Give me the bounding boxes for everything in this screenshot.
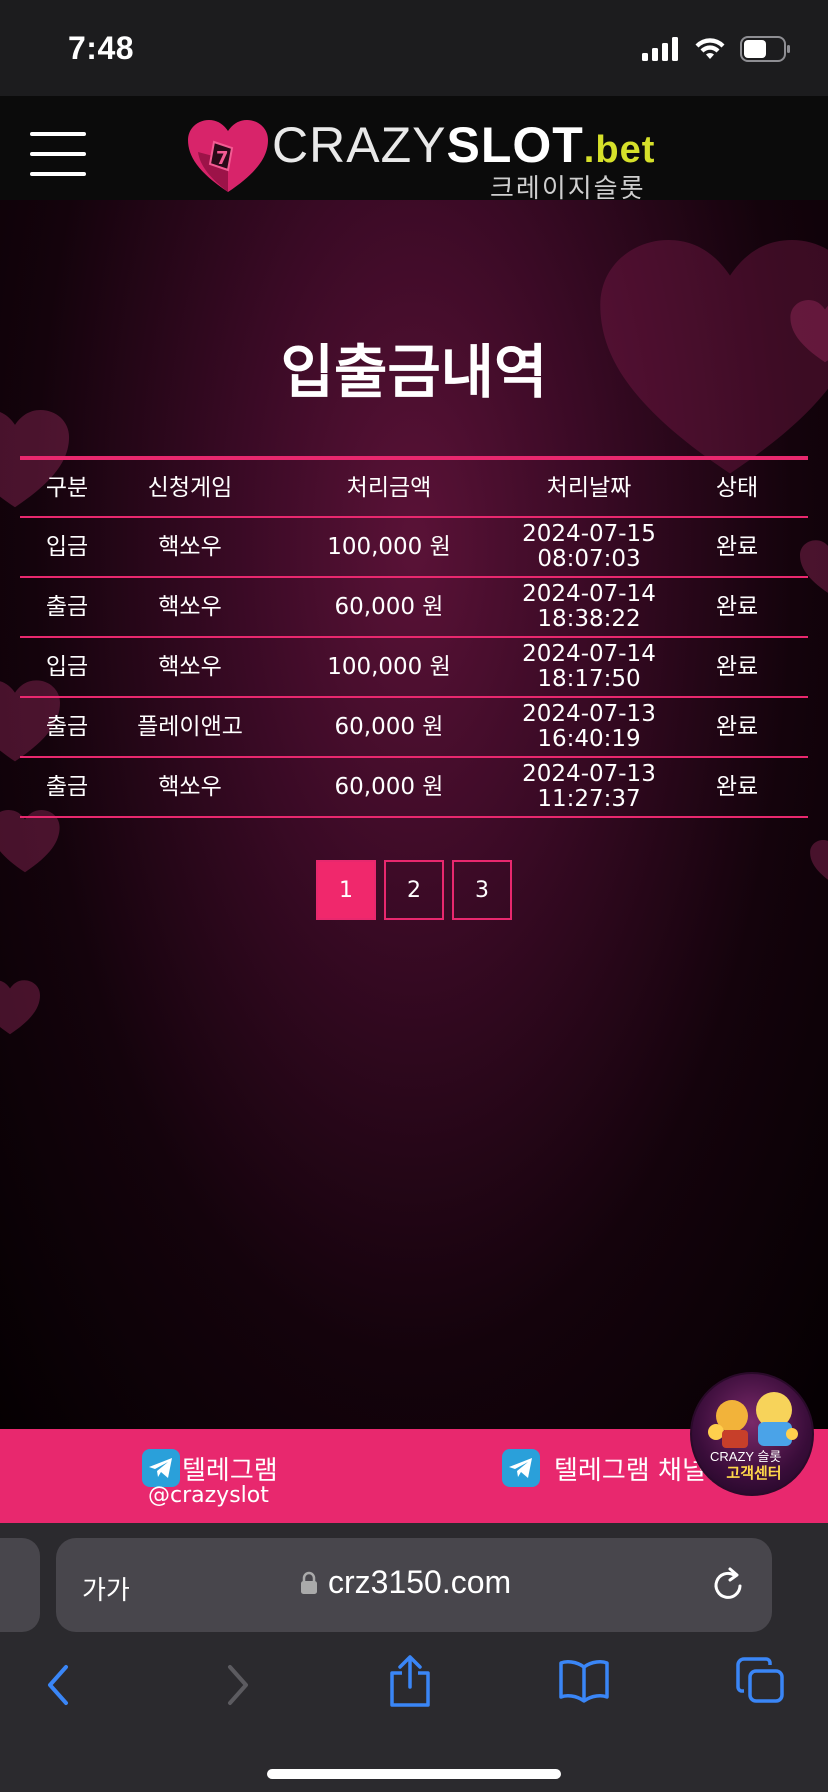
amount-cell: 60,000 원 — [334, 593, 444, 620]
reload-icon[interactable] — [712, 1566, 746, 1602]
table-row: 출금 플레이앤고 60,000 원 2024-07-13 16:40:19 완료 — [20, 698, 808, 758]
transaction-table: 구분 신청게임 처리금액 처리날짜 상태 입금 핵쏘우 100,000 원 20… — [20, 456, 808, 818]
amount-cell: 60,000 원 — [334, 773, 444, 800]
time-text: 18:17:50 — [537, 666, 641, 692]
telegram-icon — [502, 1449, 540, 1487]
amount-cell: 100,000 원 — [327, 653, 451, 680]
decorative-heart-icon — [810, 840, 828, 880]
wifi-icon — [695, 38, 725, 59]
table-row: 출금 핵쏘우 60,000 원 2024-07-13 11:27:37 완료 — [20, 758, 808, 818]
table-header-row: 구분 신청게임 처리금액 처리날짜 상태 — [20, 460, 808, 518]
browser-nav-row — [0, 1653, 828, 1729]
lock-icon — [301, 1571, 317, 1594]
cs-label: 고객센터 — [726, 1464, 782, 1482]
decorative-heart-icon — [0, 810, 60, 873]
url-display[interactable]: crz3150.com — [300, 1564, 511, 1601]
cellular-signal-icon — [642, 37, 678, 61]
column-header-date: 처리날짜 — [546, 474, 632, 501]
time-text: 16:40:19 — [537, 726, 641, 752]
site-logo[interactable]: 7 CRAZYSLOT.bet 크레이지슬롯 — [188, 118, 654, 204]
status-time: 7:48 — [68, 30, 135, 66]
column-header-type: 구분 — [45, 474, 89, 501]
page-button-2[interactable]: 2 — [384, 860, 444, 920]
column-header-game: 신청게임 — [147, 474, 233, 501]
heart-slot-logo-icon: 7 — [188, 120, 268, 192]
table-row: 출금 핵쏘우 60,000 원 2024-07-14 18:38:22 완료 — [20, 578, 808, 638]
menu-icon[interactable] — [30, 132, 86, 182]
customer-service-button[interactable]: CRAZY 슬롯 고객센터 — [690, 1372, 814, 1496]
home-indicator[interactable] — [267, 1769, 561, 1779]
forward-icon[interactable] — [222, 1663, 252, 1707]
telegram-icon — [142, 1449, 180, 1487]
previous-tab-peek[interactable] — [0, 1538, 40, 1632]
table-row: 입금 핵쏘우 100,000 원 2024-07-14 18:17:50 완료 — [20, 638, 808, 698]
battery-icon — [740, 36, 790, 62]
site-header: 7 CRAZYSLOT.bet 크레이지슬롯 — [0, 96, 828, 204]
date-cell: 2024-07-15 08:07:03 — [512, 522, 666, 572]
status-icons — [642, 36, 792, 62]
game-cell: 플레이앤고 — [137, 713, 243, 740]
browser-toolbar: 가가 crz3150.com — [0, 1523, 828, 1792]
url-text: crz3150.com — [328, 1564, 512, 1600]
main-content: 입출금내역 구분 신청게임 처리금액 처리날짜 상태 입금 핵쏘우 100,00… — [0, 200, 828, 1429]
date-text: 2024-07-14 — [522, 641, 656, 667]
date-text: 2024-07-13 — [522, 761, 656, 787]
type-cell: 출금 — [45, 713, 89, 740]
address-bar[interactable]: 가가 crz3150.com — [56, 1538, 772, 1632]
date-text: 2024-07-13 — [522, 701, 656, 727]
status-cell: 완료 — [715, 593, 759, 620]
telegram-handle[interactable]: @crazyslot — [148, 1483, 269, 1508]
date-cell: 2024-07-14 18:38:22 — [512, 582, 666, 632]
share-icon[interactable] — [388, 1653, 432, 1709]
telegram-contact-link[interactable]: 텔레그램 — [142, 1449, 278, 1487]
type-cell: 출금 — [45, 593, 89, 620]
date-cell: 2024-07-13 16:40:19 — [512, 702, 666, 752]
page-button-1[interactable]: 1 — [316, 860, 376, 920]
bookmarks-icon[interactable] — [558, 1659, 610, 1703]
column-header-status: 상태 — [715, 474, 759, 501]
date-cell: 2024-07-13 11:27:37 — [512, 762, 666, 812]
casino-character-icon — [708, 1392, 798, 1448]
amount-cell: 100,000 원 — [327, 533, 451, 560]
type-cell: 출금 — [45, 773, 89, 800]
type-cell: 입금 — [45, 653, 89, 680]
status-cell: 완료 — [715, 653, 759, 680]
decorative-heart-icon — [0, 980, 40, 1035]
text-size-button[interactable]: 가가 — [82, 1570, 130, 1607]
page-title: 입출금내역 — [280, 338, 548, 406]
amount-cell: 60,000 원 — [334, 713, 444, 740]
type-cell: 입금 — [45, 533, 89, 560]
table-row: 입금 핵쏘우 100,000 원 2024-07-15 08:07:03 완료 — [20, 518, 808, 578]
status-bar: 7:48 — [0, 0, 828, 96]
game-cell: 핵쏘우 — [158, 653, 222, 680]
time-text: 11:27:37 — [537, 786, 641, 812]
page-button-3[interactable]: 3 — [452, 860, 512, 920]
telegram-label: 텔레그램 — [182, 1455, 278, 1486]
logo-wordmark: CRAZYSLOT.bet — [272, 117, 656, 173]
game-cell: 핵쏘우 — [158, 773, 222, 800]
time-text: 08:07:03 — [537, 546, 641, 572]
date-text: 2024-07-15 — [522, 521, 656, 547]
date-text: 2024-07-14 — [522, 581, 656, 607]
column-header-amount: 처리금액 — [346, 474, 432, 501]
date-cell: 2024-07-14 18:17:50 — [512, 642, 666, 692]
pagination: 1 2 3 — [316, 860, 512, 920]
tabs-icon[interactable] — [736, 1657, 786, 1705]
back-icon[interactable] — [44, 1663, 74, 1707]
status-cell: 완료 — [715, 773, 759, 800]
game-cell: 핵쏘우 — [158, 593, 222, 620]
status-cell: 완료 — [715, 713, 759, 740]
game-cell: 핵쏘우 — [158, 533, 222, 560]
svg-text:7: 7 — [216, 148, 229, 169]
time-text: 18:38:22 — [537, 606, 641, 632]
status-cell: 완료 — [715, 533, 759, 560]
